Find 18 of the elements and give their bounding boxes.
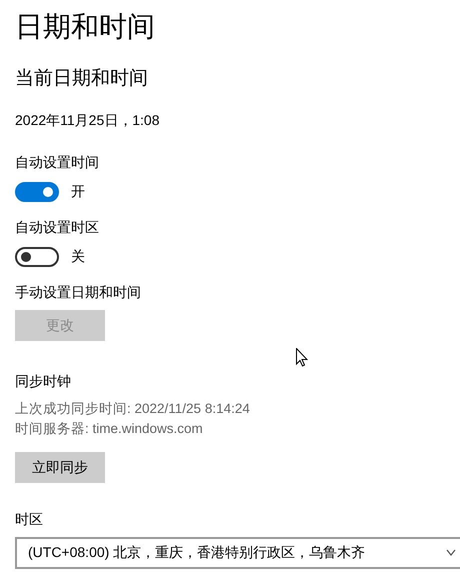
section-label: 同步时钟 [15, 372, 71, 391]
sync-now-button[interactable]: 立即同步 [15, 452, 105, 483]
time-server-text: 时间服务器: time.windows.com [15, 420, 203, 438]
toggle-state-text: 开 [71, 183, 85, 201]
setting-label: 时区 [15, 510, 43, 529]
toggle-switch[interactable] [15, 247, 59, 267]
setting-label: 手动设置日期和时间 [15, 283, 141, 302]
toggle-switch[interactable] [15, 182, 59, 202]
current-datetime: 2022年11月25日，1:08 [15, 111, 160, 130]
setting-label: 自动设置时区 [15, 218, 99, 237]
chevron-down-icon [446, 549, 456, 557]
mouse-cursor-icon [296, 348, 308, 367]
section-heading: 当前日期和时间 [15, 67, 148, 91]
setting-label: 自动设置时间 [15, 153, 99, 172]
toggle-state-text: 关 [71, 248, 85, 266]
page-title: 日期和时间 [15, 10, 155, 44]
timezone-dropdown[interactable]: (UTC+08:00) 北京，重庆，香港特别行政区，乌鲁木齐 [15, 537, 460, 569]
last-sync-text: 上次成功同步时间: 2022/11/25 8:14:24 [15, 400, 250, 418]
